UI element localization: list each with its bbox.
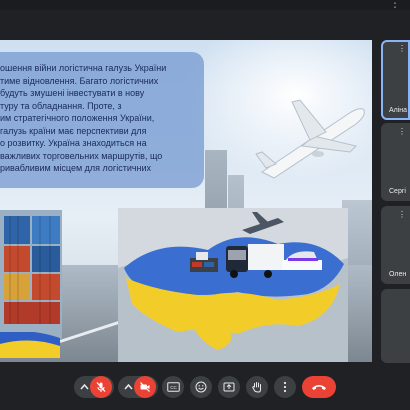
mic-off-button[interactable] — [90, 376, 112, 398]
flag-ribbon — [0, 332, 60, 358]
emoji-icon — [195, 381, 207, 393]
present-button[interactable] — [218, 376, 240, 398]
leave-call-button[interactable] — [302, 376, 336, 398]
mic-off-icon — [96, 382, 106, 392]
tile-more-icon[interactable]: ⋮ — [398, 44, 406, 53]
camera-off-icon — [140, 382, 150, 392]
participant-name: Сергі — [389, 188, 406, 195]
raise-hand-button[interactable] — [246, 376, 268, 398]
ukraine-logistics-image — [118, 208, 348, 362]
shared-slide: ошення війни логістична галузь України т… — [0, 40, 372, 362]
participant-tile[interactable]: ⋮ Аліна — [381, 40, 410, 120]
captions-icon: CC — [166, 382, 180, 392]
camera-options-chevron-icon[interactable] — [122, 376, 134, 398]
participant-name: Аліна — [389, 107, 408, 114]
mic-options-chevron-icon[interactable] — [78, 376, 90, 398]
tile-more-icon[interactable]: ⋮ — [398, 127, 406, 136]
emoji-button[interactable] — [190, 376, 212, 398]
more-options-button[interactable] — [274, 376, 296, 398]
airplane-image — [255, 99, 365, 179]
participant-tile[interactable]: ⋮ Олен — [381, 206, 410, 284]
present-icon — [223, 382, 235, 392]
captions-button[interactable]: CC — [162, 376, 184, 398]
participant-tile[interactable]: ⋮ Сергі — [381, 123, 410, 201]
top-bar: ⋮ — [0, 0, 410, 10]
participant-name: Олен — [389, 271, 407, 278]
camera-off-button[interactable] — [134, 376, 156, 398]
call-end-icon — [312, 385, 326, 390]
participant-tile[interactable] — [381, 289, 410, 363]
tile-more-icon[interactable]: ⋮ — [398, 210, 406, 219]
raise-hand-icon — [252, 382, 261, 393]
top-more-icon[interactable]: ⋮ — [389, 0, 402, 10]
containers-image — [0, 210, 62, 340]
svg-text:CC: CC — [170, 385, 177, 390]
more-options-icon — [283, 381, 287, 393]
slide-text: ошення війни логістична галузь України т… — [0, 63, 167, 173]
control-bar: CC — [0, 370, 410, 410]
